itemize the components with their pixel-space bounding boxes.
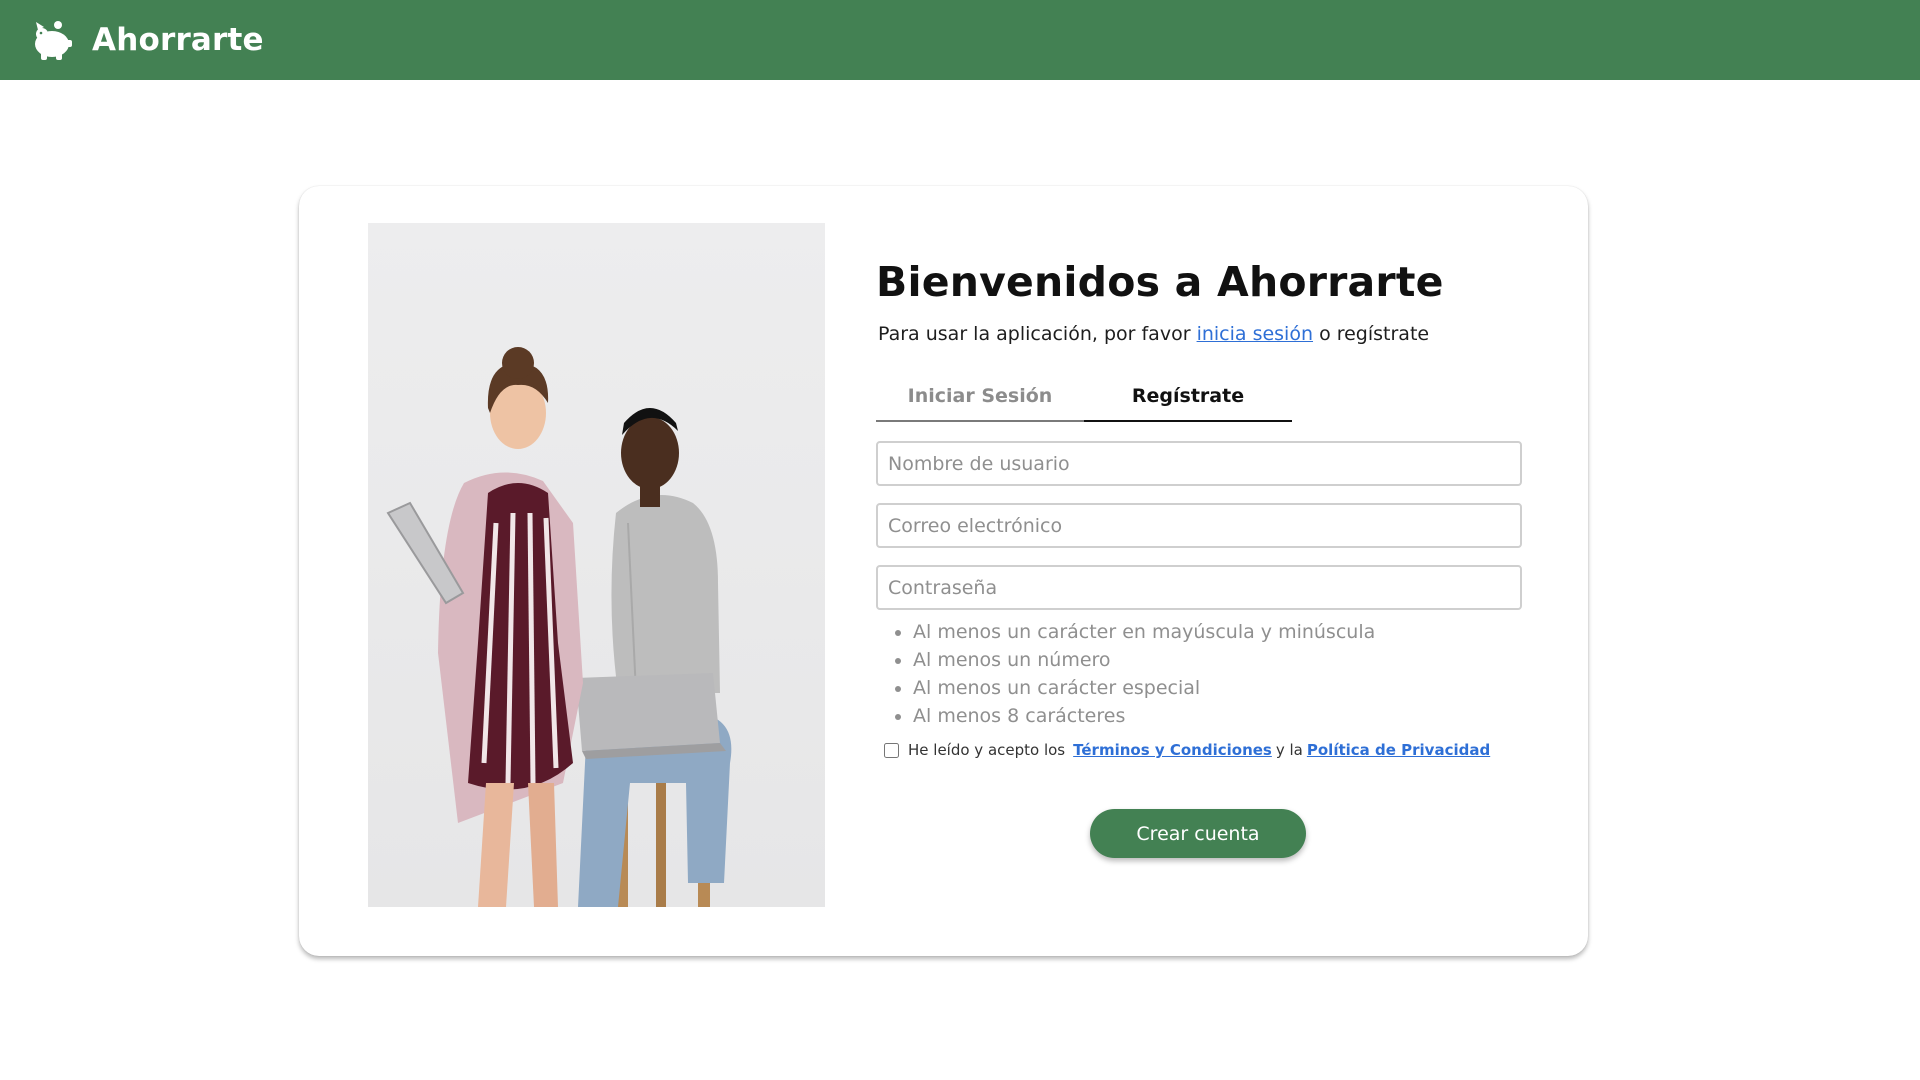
password-input[interactable] — [876, 565, 1522, 610]
subtitle-text-end: o regístrate — [1319, 323, 1430, 345]
welcome-subtitle: Para usar la aplicación, por favor inici… — [878, 323, 1429, 345]
terms-prefix-text: He leído y acepto los — [908, 741, 1066, 759]
password-rule: Al menos un carácter especial — [913, 674, 1375, 702]
terms-agreement: He leído y acepto los Términos y Condici… — [884, 741, 1490, 759]
password-rule: Al menos 8 carácteres — [913, 702, 1375, 730]
subtitle-text: Para usar la aplicación, por favor — [878, 323, 1191, 345]
page-title: Bienvenidos a Ahorrarte — [876, 258, 1444, 306]
piggy-bank-icon[interactable] — [28, 16, 76, 64]
login-link[interactable]: inicia sesión — [1197, 323, 1313, 345]
signup-card: Bienvenidos a Ahorrarte Para usar la apl… — [299, 186, 1588, 956]
terms-middle-text: y la — [1275, 741, 1303, 759]
create-account-button[interactable]: Crear cuenta — [1090, 809, 1306, 858]
tab-register[interactable]: Regístrate — [1084, 372, 1292, 422]
terms-link[interactable]: Términos y Condiciones — [1073, 741, 1272, 759]
auth-tabs: Iniciar Sesión Regístrate — [876, 372, 1292, 422]
privacy-link[interactable]: Política de Privacidad — [1307, 741, 1490, 759]
password-rules-list: Al menos un carácter en mayúscula y minú… — [913, 618, 1375, 730]
top-bar: Ahorrarte — [0, 0, 1920, 80]
tab-login[interactable]: Iniciar Sesión — [876, 372, 1084, 422]
email-input[interactable] — [876, 503, 1522, 548]
password-rule: Al menos un número — [913, 646, 1375, 674]
password-rule: Al menos un carácter en mayúscula y minú… — [913, 618, 1375, 646]
hero-photo — [368, 223, 825, 907]
terms-checkbox[interactable] — [884, 742, 899, 758]
brand-name[interactable]: Ahorrarte — [92, 22, 264, 58]
username-input[interactable] — [876, 441, 1522, 486]
